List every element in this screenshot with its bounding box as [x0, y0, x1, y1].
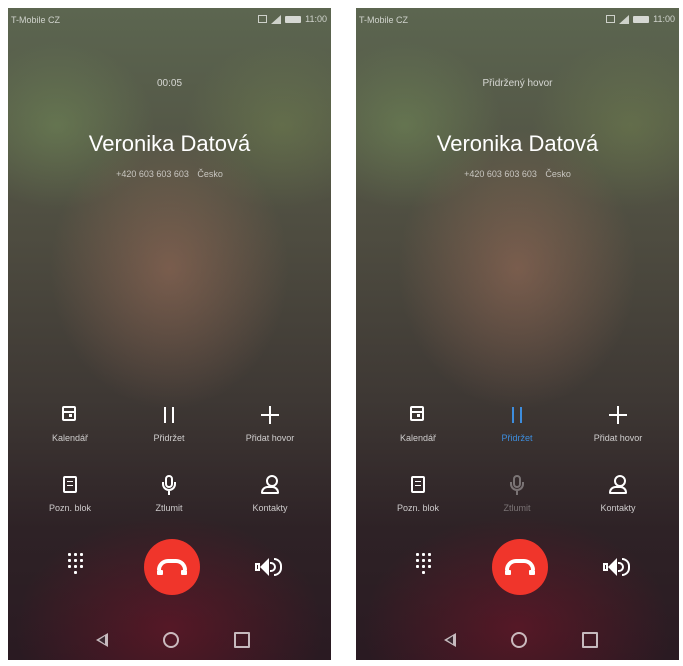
plus-icon	[609, 406, 627, 424]
end-call-button[interactable]	[144, 539, 200, 595]
add-call-label: Přidat hovor	[245, 433, 295, 443]
hold-label: Přidržet	[501, 433, 533, 443]
caller-name: Veronika Datová	[88, 131, 251, 156]
calendar-icon	[410, 406, 424, 421]
back-icon[interactable]	[96, 633, 108, 647]
clock: 11:00	[305, 14, 327, 24]
speaker-button[interactable]	[255, 557, 285, 577]
home-icon[interactable]	[163, 632, 179, 648]
contact-icon	[258, 473, 282, 497]
hold-button[interactable]: Přidržet	[472, 403, 562, 451]
status-bar: T-Mobile CZ 11:00	[8, 8, 331, 28]
nfc-icon	[606, 15, 616, 23]
caller-info: +420 603 603 603 Česko	[8, 169, 331, 179]
carrier-name: T-Mobile CZ	[359, 15, 409, 25]
caller-number: +420 603 603 603	[464, 169, 537, 179]
calendar-button[interactable]: Kalendář	[373, 403, 463, 451]
mute-label: Ztlumit	[155, 503, 183, 513]
dialpad-icon[interactable]	[66, 553, 86, 581]
calendar-label: Kalendář	[51, 433, 89, 443]
home-icon[interactable]	[511, 632, 527, 648]
calendar-icon	[62, 406, 76, 421]
signal-icon	[619, 14, 630, 24]
hold-button[interactable]: Přidržet	[124, 403, 214, 451]
notepad-button[interactable]: Pozn. blok	[25, 473, 115, 521]
call-timer: 00:05	[156, 78, 183, 89]
call-screen-on-hold: T-Mobile CZ 11:00 Přidržený hovor Veroni…	[356, 8, 679, 660]
recent-apps-icon[interactable]	[582, 632, 598, 648]
battery-icon	[285, 15, 302, 23]
end-call-button[interactable]	[492, 539, 548, 595]
back-icon[interactable]	[444, 633, 456, 647]
caller-name: Veronika Datová	[436, 131, 599, 156]
contacts-button[interactable]: Kontakty	[225, 473, 315, 521]
contacts-label: Kontakty	[252, 503, 288, 513]
clock: 11:00	[653, 14, 675, 24]
caller-info: +420 603 603 603 Česko	[356, 169, 679, 179]
pause-icon	[512, 407, 522, 423]
plus-icon	[261, 406, 279, 424]
status-bar: T-Mobile CZ 11:00	[356, 8, 679, 28]
caller-country: Česko	[197, 169, 223, 179]
notepad-button[interactable]: Pozn. blok	[373, 473, 463, 521]
notepad-label: Pozn. blok	[396, 503, 440, 513]
battery-icon	[633, 15, 650, 23]
navigation-bar	[356, 620, 679, 660]
contacts-label: Kontakty	[600, 503, 636, 513]
speaker-button[interactable]	[603, 557, 633, 577]
navigation-bar	[8, 620, 331, 660]
notepad-label: Pozn. blok	[48, 503, 92, 513]
mute-label: Ztlumit	[503, 503, 531, 513]
mute-button[interactable]: Ztlumit	[124, 473, 214, 521]
notepad-icon	[411, 476, 425, 493]
call-screen-active: T-Mobile CZ 11:00 00:05 Veronika Datová …	[8, 8, 331, 660]
microphone-icon	[505, 473, 529, 497]
nfc-icon	[258, 15, 268, 23]
calendar-label: Kalendář	[399, 433, 437, 443]
recent-apps-icon[interactable]	[234, 632, 250, 648]
pause-icon	[164, 407, 174, 423]
mute-button: Ztlumit	[472, 473, 562, 521]
hold-label: Přidržet	[153, 433, 185, 443]
microphone-icon	[157, 473, 181, 497]
contact-icon	[606, 473, 630, 497]
call-status: Přidržený hovor	[482, 78, 553, 89]
add-call-button[interactable]: Přidat hovor	[225, 403, 315, 451]
hangup-icon	[505, 559, 535, 575]
contacts-button[interactable]: Kontakty	[573, 473, 663, 521]
calendar-button[interactable]: Kalendář	[25, 403, 115, 451]
signal-icon	[271, 14, 282, 24]
add-call-label: Přidat hovor	[593, 433, 643, 443]
carrier-name: T-Mobile CZ	[11, 15, 61, 25]
caller-country: Česko	[545, 169, 571, 179]
notepad-icon	[63, 476, 77, 493]
hangup-icon	[157, 559, 187, 575]
caller-number: +420 603 603 603	[116, 169, 189, 179]
dialpad-icon[interactable]	[414, 553, 434, 581]
add-call-button[interactable]: Přidat hovor	[573, 403, 663, 451]
